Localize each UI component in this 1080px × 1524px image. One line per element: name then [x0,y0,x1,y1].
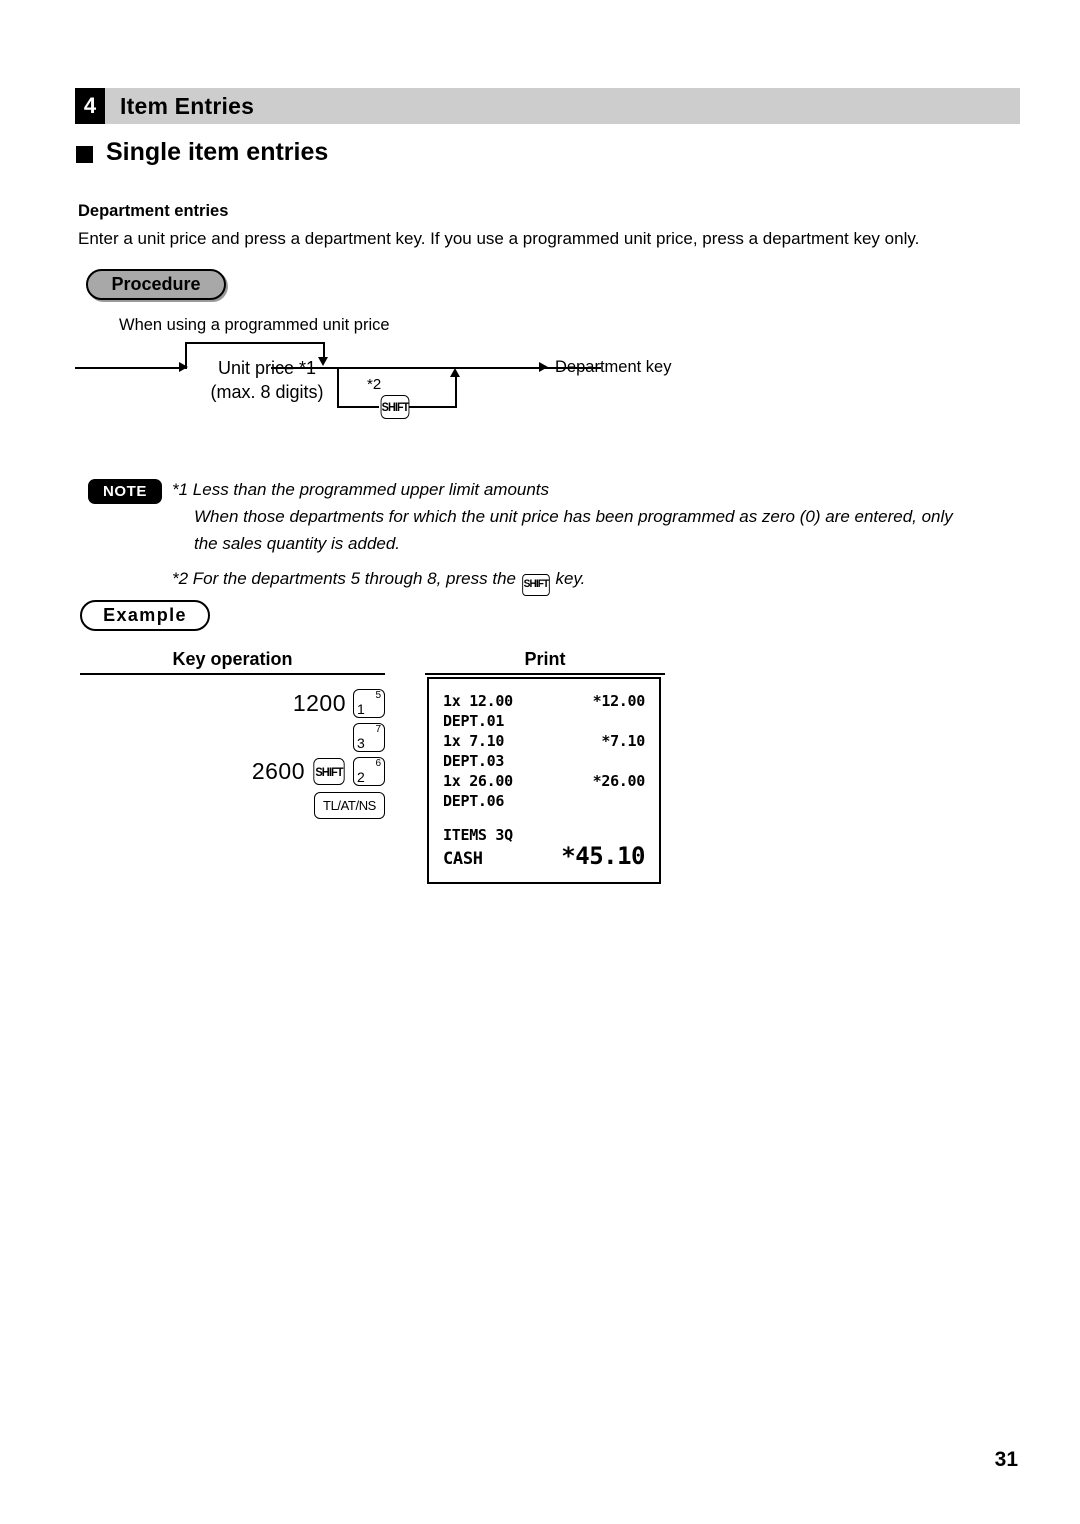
section-number: 4 [75,88,105,124]
topic-paragraph: Enter a unit price and press a departmen… [78,229,920,248]
example-badge: Example [80,600,210,631]
diagram-shift-branch-down [337,367,339,408]
key-operation-list: 1200 1 5 3 7 2600 SHIFT 2 6 TL/AT/NS [80,688,385,824]
key-operation-row: TL/AT/NS [80,790,385,821]
diagram-main-line [271,367,601,369]
receipt-line-left: 1x 12.00 [443,692,513,710]
receipt-printout: 1x 12.00 *12.00 DEPT.01 1x 7.10 *7.10 DE… [427,677,661,884]
receipt-line: 1x 7.10 *7.10 [443,731,645,751]
section-title: Item Entries [105,88,1020,124]
key-operation-row: 1200 1 5 [80,688,385,719]
note-line-1: *1 Less than the programmed upper limit … [172,480,550,499]
receipt-total-amount: *45.10 [561,842,645,870]
note-line-4-post: key. [555,569,586,588]
topic-heading: Department entries [78,202,229,220]
diagram-line-to-node [135,367,180,369]
diagram-end-node: Department key [555,358,672,376]
diagram-entry-line [75,367,135,369]
section-header: 4 Item Entries [75,88,1020,124]
receipt-line: DEPT.03 [443,752,505,770]
note-line-4-pre: *2 For the departments 5 through 8, pres… [172,569,516,588]
receipt-line-left: 1x 7.10 [443,732,505,750]
column-header-print: Print [524,649,566,669]
diagram-shift-arrowhead-icon [450,368,460,377]
department-key-number: 1 [357,701,365,717]
department-key-3[interactable]: 3 7 [353,723,385,752]
receipt-line-right: *7.10 [601,732,645,750]
receipt-total-label: CASH [443,849,483,869]
department-key-1[interactable]: 1 5 [353,689,385,718]
diagram-node-arrowhead-icon [179,362,188,372]
diagram-shift-branch-up [455,376,457,407]
receipt-line-left: 1x 26.00 [443,772,513,790]
key-operation-rule [80,673,385,675]
square-bullet-icon [76,145,93,163]
subsection-title: Single item entries [106,138,329,166]
note-line-4: *2 For the departments 5 through 8, pres… [172,565,1032,596]
print-rule [425,673,665,675]
department-key-shifted-number: 6 [375,758,381,769]
department-key-shifted-number: 7 [375,724,381,735]
receipt-line-right: *12.00 [592,692,646,710]
keyop-amount: 2600 [251,758,305,784]
receipt-line: 1x 26.00 *26.00 [443,771,645,791]
shift-key-note[interactable]: SHIFT [521,573,550,596]
receipt-line-right: *26.00 [592,772,646,790]
department-key-number: 3 [357,735,365,751]
receipt-line: 1x 12.00 *12.00 [443,691,645,711]
diagram-bypass-drop [323,342,325,358]
note-badge: NOTE [88,479,162,504]
department-key-number: 2 [357,769,365,785]
diagram-shift-branch-right [409,406,457,408]
diagram-bypass-label: When using a programmed unit price [119,316,390,334]
key-operation-row: 2600 SHIFT 2 6 [80,756,385,787]
subsection-heading: Single item entries [76,138,328,167]
receipt-line: DEPT.01 [443,712,505,730]
department-key-shifted-number: 5 [375,690,381,701]
shift-key-example[interactable]: SHIFT [313,758,345,785]
diagram-branch-marker: *2 [367,376,382,393]
receipt-line: DEPT.06 [443,792,505,810]
diagram-bypass-top [185,342,325,344]
procedure-flow-diagram: When using a programmed unit price Unit … [75,308,695,428]
note-body: *1 Less than the programmed upper limit … [172,476,1032,596]
procedure-badge: Procedure [86,269,226,300]
receipt-spacer [443,811,645,825]
keyop-amount: 1200 [292,690,346,716]
key-operation-row: 3 7 [80,722,385,753]
total-key[interactable]: TL/AT/NS [314,792,385,819]
diagram-node-line2: (max. 8 digits) [210,382,324,402]
shift-key-diagram[interactable]: SHIFT [380,395,410,419]
department-key-2[interactable]: 2 6 [353,757,385,786]
column-header-key-operation: Key operation [172,649,293,669]
receipt-total-line: CASH *45.10 [443,842,645,870]
diagram-end-arrowhead-icon [539,362,548,372]
note-line-2: When those departments for which the uni… [194,507,953,526]
diagram-shift-branch-left [337,406,379,408]
note-line-3: the sales quantity is added. [194,534,401,553]
page-number: 31 [994,1448,1018,1471]
